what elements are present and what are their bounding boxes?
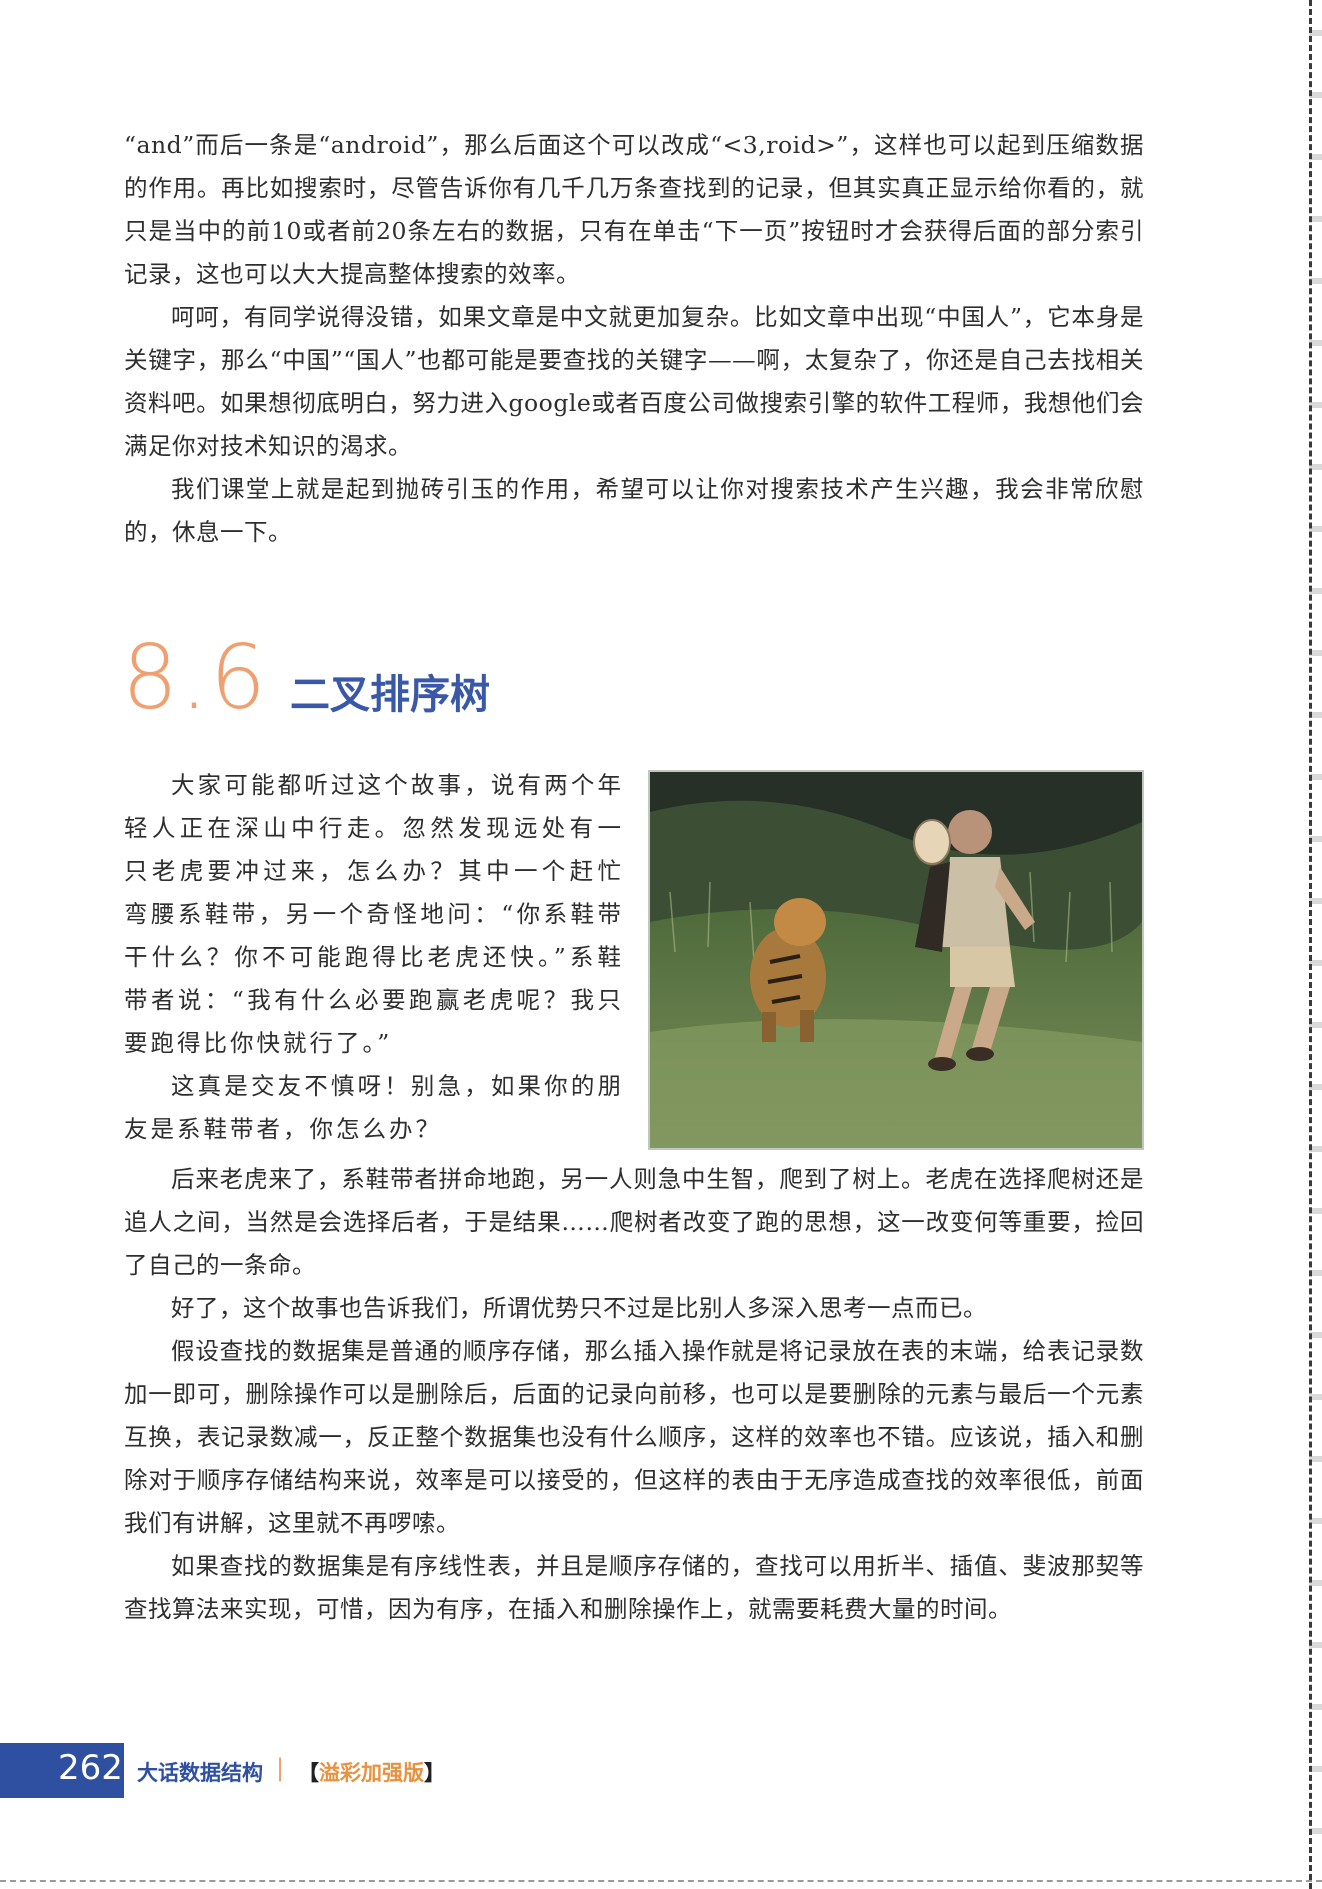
edition-label: 溢彩加强版 [319, 1761, 424, 1785]
paragraph: 呵呵，有同学说得没错，如果文章是中文就更加复杂。比如文章中出现“中国人”，它本身… [124, 303, 1144, 460]
section-title: 二叉排序树 [289, 672, 490, 718]
paragraph: 假设查找的数据集是普通的顺序存储，那么插入操作就是将记录放在表的末端，给表记录数… [124, 1337, 1144, 1537]
paragraph: 这真是交友不慎呀！别急，如果你的朋友是系鞋带者，你怎么办？ [124, 1072, 624, 1143]
paragraph: 如果查找的数据集是有序线性表，并且是顺序存储的，查找可以用折半、插值、斐波那契等… [124, 1552, 1144, 1623]
footer-separator: | [276, 1754, 285, 1782]
edition-open-bracket: 【 [298, 1761, 319, 1785]
footer-book-title: 大话数据结构 [137, 1761, 263, 1785]
section-heading: 8.6 二叉排序树 [122, 626, 490, 736]
page-scan-edge-right [1309, 0, 1322, 1889]
top-text-block: “and”而后一条是“android”，那么后面这个可以改成“<3,roid>”… [124, 124, 1144, 554]
story-text-block: 大家可能都听过这个故事，说有两个年轻人正在深山中行走。忽然发现远处有一只老虎要冲… [124, 764, 624, 1151]
page-number: 262 [58, 1748, 123, 1788]
paragraph: 后来老虎来了，系鞋带者拼命地跑，另一人则急中生智，爬到了树上。老虎在选择爬树还是… [124, 1165, 1144, 1279]
edition-close-bracket: 】 [424, 1761, 445, 1785]
lower-text-block: 后来老虎来了，系鞋带者拼命地跑，另一人则急中生智，爬到了树上。老虎在选择爬树还是… [124, 1158, 1144, 1631]
tiger-and-runner-illustration [650, 772, 1142, 1148]
section-number: 8.6 [122, 626, 268, 729]
page-scan-edge-bottom [0, 1880, 1322, 1889]
footer-edition: 【溢彩加强版】 [298, 1757, 445, 1787]
story-photo [648, 770, 1144, 1150]
paragraph: 好了，这个故事也告诉我们，所谓优势只不过是比别人多深入思考一点而已。 [171, 1294, 987, 1322]
paragraph: 我们课堂上就是起到抛砖引玉的作用，希望可以让你对搜索技术产生兴趣，我会非常欣慰的… [124, 475, 1144, 546]
paragraph-continued: “and”而后一条是“android”，那么后面这个可以改成“<3,roid>”… [124, 131, 1144, 288]
paragraph: 大家可能都听过这个故事，说有两个年轻人正在深山中行走。忽然发现远处有一只老虎要冲… [124, 771, 624, 1057]
